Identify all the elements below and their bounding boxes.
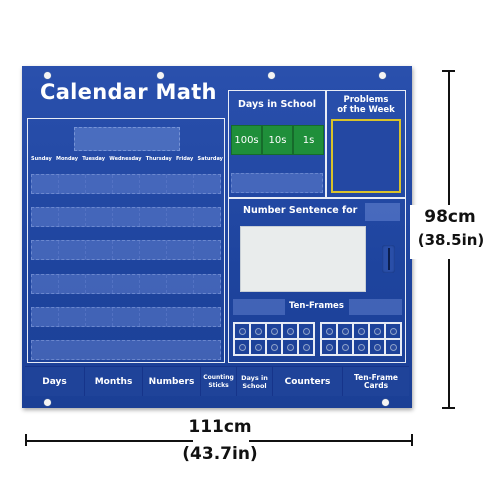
grommet-icon: [382, 399, 389, 406]
ten-frame-card-slot-right[interactable]: [349, 299, 402, 315]
problems-of-the-week-title: Problems of the Week: [337, 95, 395, 115]
calendar-week-row[interactable]: [31, 174, 221, 194]
height-cm-label: 98cm: [424, 207, 476, 227]
ten-frame-card-slot-left[interactable]: [233, 299, 285, 315]
calendar-week-row[interactable]: [31, 274, 221, 294]
storage-pockets-row: Days Months Numbers Counting Sticks Days …: [25, 366, 409, 396]
grommet-icon: [379, 72, 386, 79]
days-in-school-card-slot[interactable]: [231, 173, 323, 193]
height-dimension-cap: [442, 407, 455, 409]
number-sentence-panel: Number Sentence for Ten-Frames: [228, 198, 406, 363]
calendar-panel: Sunday Monday Tuesday Wednesday Thursday…: [27, 118, 225, 363]
pocket-counters[interactable]: Counters: [273, 367, 343, 396]
ten-frames-label: Ten-Frames: [289, 301, 344, 311]
weekday-label: Sunday: [31, 156, 52, 162]
pocket-months[interactable]: Months: [85, 367, 143, 396]
month-card-slot[interactable]: [74, 127, 180, 151]
weekday-label: Thursday: [145, 156, 172, 162]
height-dimension-cap: [442, 70, 455, 72]
pocket-days[interactable]: Days: [25, 367, 85, 396]
calendar-week-row[interactable]: [31, 240, 221, 260]
width-cm-label: 111cm: [188, 417, 252, 437]
width-dimension-cap: [25, 434, 27, 446]
days-in-school-title: Days in School: [237, 99, 317, 110]
dry-erase-board[interactable]: [240, 226, 366, 292]
weekday-label: Saturday: [197, 156, 223, 162]
weekday-label: Wednesday: [109, 156, 142, 162]
width-dimension-cap: [411, 434, 413, 446]
hundreds-pocket[interactable]: 100s: [231, 125, 262, 155]
chart-title: Calendar Math: [40, 80, 217, 104]
pocket-numbers[interactable]: Numbers: [143, 367, 201, 396]
weekday-label: Tuesday: [82, 156, 106, 162]
grommet-icon: [268, 72, 275, 79]
marker-holder-icon: [382, 245, 395, 273]
weekday-header-row: Sunday Monday Tuesday Wednesday Thursday…: [31, 156, 223, 162]
ten-frame-left: [233, 322, 315, 356]
calendar-math-pocket-chart: Calendar Math Sunday Monday Tuesday Wedn…: [22, 66, 412, 408]
days-in-school-panel: Days in School 100s 10s 1s: [228, 90, 326, 198]
pocket-counting-sticks[interactable]: Counting Sticks: [201, 367, 237, 396]
problems-of-the-week-panel: Problems of the Week: [326, 90, 406, 198]
ones-pocket[interactable]: 1s: [293, 125, 324, 155]
height-in-label: (38.5in): [417, 231, 485, 249]
calendar-week-row[interactable]: [31, 207, 221, 227]
width-in-label: (43.7in): [182, 444, 258, 464]
number-sentence-title: Number Sentence for: [243, 205, 358, 216]
weekday-label: Friday: [175, 156, 194, 162]
grommet-icon: [44, 399, 51, 406]
problem-display-frame[interactable]: [331, 119, 401, 193]
calendar-week-row[interactable]: [31, 340, 221, 360]
pocket-days-in-school[interactable]: Days in School: [237, 367, 273, 396]
grommet-icon: [44, 72, 51, 79]
grommet-icon: [157, 72, 164, 79]
weekday-label: Monday: [55, 156, 78, 162]
tens-pocket[interactable]: 10s: [262, 125, 293, 155]
pocket-ten-frame-cards[interactable]: Ten-Frame Cards: [343, 367, 409, 396]
calendar-week-row[interactable]: [31, 307, 221, 327]
ten-frame-right: [320, 322, 402, 356]
number-card-slot[interactable]: [365, 203, 400, 221]
